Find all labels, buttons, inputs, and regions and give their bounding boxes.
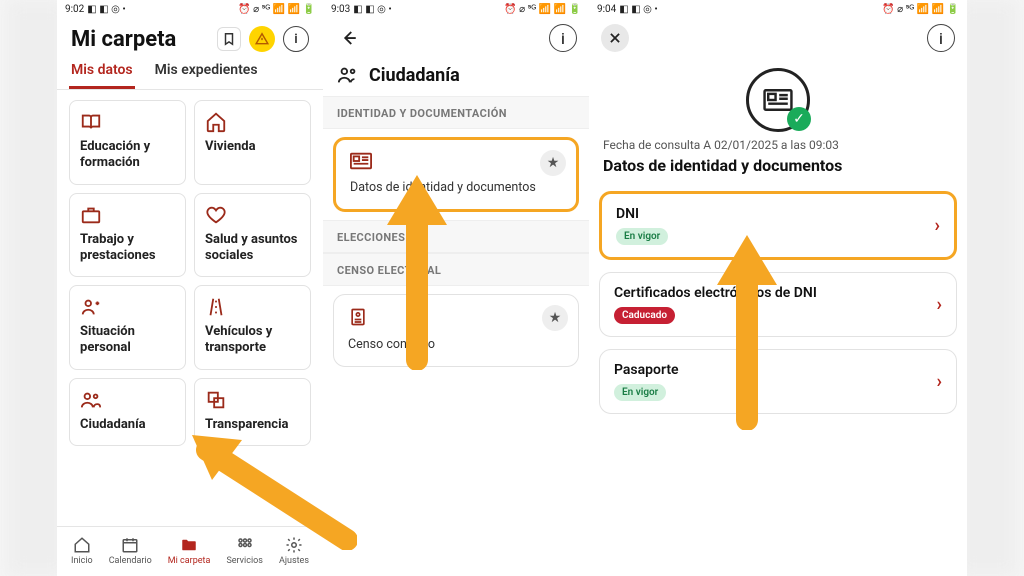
section-elecciones: ELECCIONES — [323, 220, 589, 253]
check-icon: ✓ — [787, 107, 811, 131]
section-censo: CENSO ELECTORAL — [323, 253, 589, 286]
row-pasaporte[interactable]: Pasaporte En vigor › — [599, 349, 957, 414]
page-title: Mi carpeta — [71, 27, 176, 52]
status-bar: 9:04◧ ◧ ◎ • ⏰ ⌀ ⁵ᴳ 📶 📶 🔋 — [589, 0, 967, 18]
document-badge: ✓ — [746, 68, 810, 132]
info-button[interactable]: i — [927, 24, 955, 52]
status-chip: En vigor — [616, 228, 668, 245]
nav-label: Inicio — [71, 556, 93, 566]
home-icon — [205, 111, 227, 133]
page-title: Datos de identidad y documentos — [589, 152, 967, 185]
close-button[interactable] — [601, 24, 629, 52]
home-icon — [73, 536, 91, 554]
back-button[interactable] — [335, 24, 363, 52]
id-card-icon — [350, 152, 372, 170]
card-label: Vivienda — [205, 139, 300, 155]
nav-label: Servicios — [226, 556, 262, 566]
row-title: DNI — [616, 206, 668, 222]
screenshot-1-mi-carpeta: 9:02◧ ◧ ◎ • ⏰ ⌀ ⁵ᴳ 📶 📶 🔋 Mi carpeta i Mi… — [57, 0, 323, 576]
status-chip: En vigor — [614, 384, 666, 401]
card-vivienda[interactable]: Vivienda — [194, 100, 311, 185]
chevron-right-icon: › — [937, 371, 942, 392]
query-date: Fecha de consulta A 02/01/2025 a las 09:… — [589, 138, 967, 152]
favorite-button[interactable]: ★ — [540, 150, 566, 176]
item-label: Censo continuo — [348, 337, 564, 352]
nav-calendario[interactable]: Calendario — [109, 536, 152, 566]
nav-ajustes[interactable]: Ajustes — [279, 536, 309, 566]
card-salud[interactable]: Salud y asuntos sociales — [194, 193, 311, 278]
alert-button[interactable] — [249, 26, 275, 52]
bookmark-button[interactable] — [217, 27, 241, 51]
nav-servicios[interactable]: Servicios — [226, 536, 262, 566]
people-icon — [80, 389, 102, 411]
screenshot-3-documentos: 9:04◧ ◧ ◎ • ⏰ ⌀ ⁵ᴳ 📶 📶 🔋 i ✓ Fecha de co… — [589, 0, 967, 576]
copy-icon — [205, 389, 227, 411]
card-label: Trabajo y prestaciones — [80, 232, 175, 265]
item-censo-continuo[interactable]: ★ Censo continuo — [333, 294, 579, 367]
card-label: Educación y formación — [80, 139, 175, 172]
screenshot-2-ciudadania: 9:03◧ ◧ ◎ • ⏰ ⌀ ⁵ᴳ 📶 📶 🔋 i Ciudadanía ID… — [323, 0, 589, 576]
heart-icon — [205, 204, 227, 226]
clock-text: 9:03 — [331, 4, 350, 15]
calendar-icon — [121, 536, 139, 554]
briefcase-icon — [80, 204, 102, 226]
nav-mi-carpeta[interactable]: Mi carpeta — [168, 536, 211, 566]
item-datos-identidad[interactable]: ★ Datos de identidad y documentos — [333, 137, 579, 212]
nav-inicio[interactable]: Inicio — [71, 536, 93, 566]
card-label: Vehículos y transporte — [205, 324, 300, 357]
card-situacion[interactable]: Situación personal — [69, 285, 186, 370]
row-title: Pasaporte — [614, 362, 679, 378]
card-ciudadania[interactable]: Ciudadanía — [69, 378, 186, 446]
card-educacion[interactable]: Educación y formación — [69, 100, 186, 185]
tab-mis-expedientes[interactable]: Mis expedientes — [153, 56, 260, 89]
section-identidad: IDENTIDAD Y DOCUMENTACIÓN — [323, 96, 589, 129]
nav-label: Calendario — [109, 556, 152, 566]
close-icon — [608, 31, 622, 45]
document-icon — [348, 307, 368, 327]
grid-icon — [236, 536, 254, 554]
row-title: Certificados electrónicos de DNI — [614, 285, 817, 301]
card-transparencia[interactable]: Transparencia — [194, 378, 311, 446]
status-bar: 9:03◧ ◧ ◎ • ⏰ ⌀ ⁵ᴳ 📶 📶 🔋 — [323, 0, 589, 18]
card-label: Transparencia — [205, 417, 300, 433]
tabs: Mis datos Mis expedientes — [57, 56, 323, 90]
chevron-right-icon: › — [937, 294, 942, 315]
card-vehiculos[interactable]: Vehículos y transporte — [194, 285, 311, 370]
clock-text: 9:04 — [597, 4, 616, 15]
id-card-icon — [763, 89, 793, 111]
road-icon — [205, 296, 227, 318]
card-label: Situación personal — [80, 324, 175, 357]
people-icon — [337, 64, 359, 86]
card-label: Salud y asuntos sociales — [205, 232, 300, 265]
status-chip: Caducado — [614, 307, 675, 324]
nav-label: Ajustes — [279, 556, 309, 566]
item-label: Datos de identidad y documentos — [350, 180, 562, 195]
row-dni[interactable]: DNI En vigor › — [599, 191, 957, 260]
nav-label: Mi carpeta — [168, 556, 211, 566]
category-grid: Educación y formación Vivienda Trabajo y… — [57, 90, 323, 526]
bottom-nav: Inicio Calendario Mi carpeta Servicios A… — [57, 526, 323, 576]
person-icon — [80, 296, 102, 318]
row-certificados[interactable]: Certificados electrónicos de DNI Caducad… — [599, 272, 957, 337]
info-button[interactable]: i — [549, 24, 577, 52]
folder-icon — [180, 536, 198, 554]
gear-icon — [285, 536, 303, 554]
page-title: Ciudadanía — [369, 65, 460, 86]
tab-mis-datos[interactable]: Mis datos — [69, 56, 135, 89]
chevron-right-icon: › — [935, 215, 940, 236]
arrow-left-icon — [340, 29, 358, 47]
clock-text: 9:02 — [65, 4, 84, 15]
card-label: Ciudadanía — [80, 417, 175, 433]
book-icon — [80, 111, 102, 133]
status-bar: 9:02◧ ◧ ◎ • ⏰ ⌀ ⁵ᴳ 📶 📶 🔋 — [57, 0, 323, 18]
card-trabajo[interactable]: Trabajo y prestaciones — [69, 193, 186, 278]
info-button[interactable]: i — [283, 26, 309, 52]
favorite-button[interactable]: ★ — [542, 305, 568, 331]
